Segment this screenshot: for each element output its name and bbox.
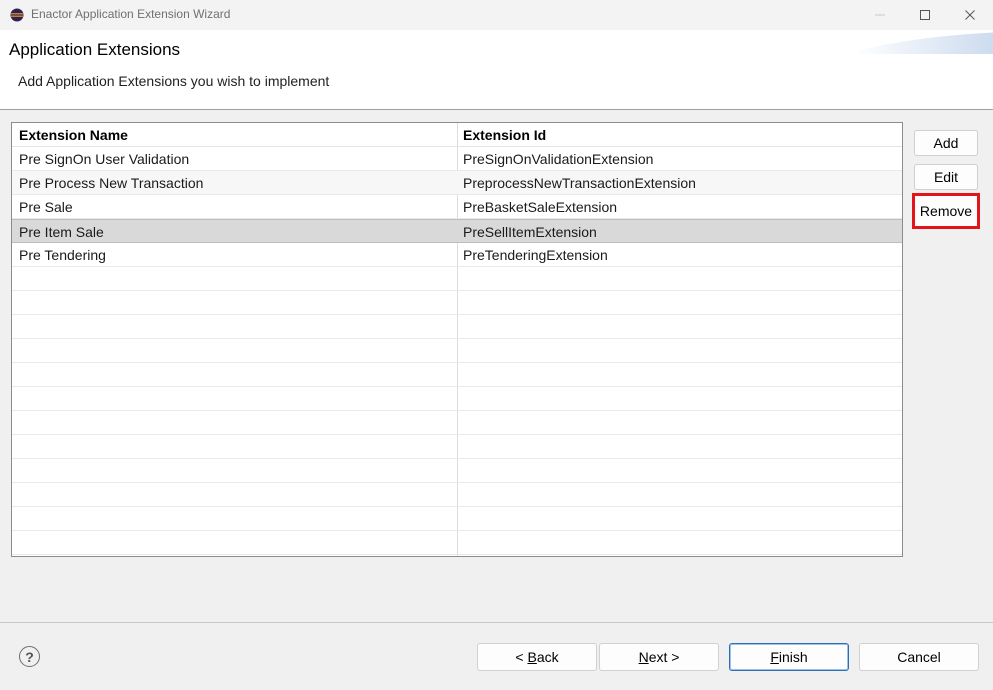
extensions-table[interactable]: Extension Name Extension Id Pre SignOn U… (11, 122, 903, 557)
edit-button[interactable]: Edit (914, 164, 978, 190)
table-header-row: Extension Name Extension Id (12, 123, 902, 147)
empty-row (12, 387, 902, 411)
help-icon[interactable]: ? (19, 646, 40, 667)
next-label: ext > (648, 649, 680, 665)
cancel-button[interactable]: Cancel (859, 643, 979, 671)
header-decoration (853, 32, 993, 54)
page-title: Application Extensions (9, 40, 181, 59)
add-button[interactable]: Add (914, 130, 978, 156)
back-button[interactable]: < Back (477, 643, 597, 671)
table-row[interactable]: Pre Process New Transaction PreprocessNe… (12, 171, 902, 195)
extension-id-cell: PreTenderingExtension (463, 247, 608, 263)
empty-row (12, 363, 902, 387)
close-button[interactable] (947, 0, 993, 30)
maximize-button[interactable] (902, 0, 948, 30)
table-row-selected[interactable]: Pre Item Sale PreSellItemExtension (12, 219, 902, 243)
extension-id-cell: PreSellItemExtension (463, 224, 597, 240)
maximize-icon (920, 10, 930, 20)
empty-row (12, 339, 902, 363)
title-bar[interactable]: Enactor Application Extension Wizard (0, 0, 993, 30)
next-mnemonic: N (638, 649, 649, 665)
extension-name-cell: Pre Process New Transaction (19, 175, 204, 191)
footer-separator (0, 622, 993, 623)
empty-row (12, 531, 902, 555)
wizard-header: Application Extensions Add Application E… (0, 30, 993, 110)
extension-name-cell: Pre SignOn User Validation (19, 151, 190, 167)
back-mnemonic: B (527, 649, 537, 665)
table-row[interactable]: Pre Sale PreBasketSaleExtension (12, 195, 902, 219)
empty-row (12, 507, 902, 531)
remove-button[interactable]: Remove (912, 193, 980, 229)
page-description: Add Application Extensions you wish to i… (18, 73, 330, 89)
finish-button[interactable]: Finish (729, 643, 849, 671)
empty-row (12, 435, 902, 459)
extension-id-cell: PreprocessNewTransactionExtension (463, 175, 696, 191)
close-icon (965, 10, 975, 20)
empty-row (12, 291, 902, 315)
window-title: Enactor Application Extension Wizard (31, 7, 231, 21)
table-row[interactable]: Pre Tendering PreTenderingExtension (12, 243, 902, 267)
table-row[interactable]: Pre SignOn User Validation PreSignOnVali… (12, 147, 902, 171)
empty-row (12, 315, 902, 339)
eclipse-icon (10, 8, 24, 22)
extension-name-cell: Pre Sale (19, 199, 73, 215)
back-prefix: < (515, 649, 528, 665)
minimize-button[interactable] (857, 0, 903, 30)
extension-id-cell: PreSignOnValidationExtension (463, 151, 654, 167)
minimize-icon (875, 14, 885, 16)
empty-row (12, 483, 902, 507)
empty-row (12, 411, 902, 435)
empty-row (12, 459, 902, 483)
empty-row (12, 267, 902, 291)
extension-name-cell: Pre Item Sale (19, 224, 104, 240)
finish-mnemonic: F (770, 649, 779, 665)
column-header-name[interactable]: Extension Name (19, 127, 128, 143)
column-header-id[interactable]: Extension Id (463, 127, 546, 143)
back-label: ack (536, 649, 559, 665)
extension-name-cell: Pre Tendering (19, 247, 106, 263)
finish-label: inish (778, 649, 808, 665)
next-button[interactable]: Next > (599, 643, 719, 671)
extension-id-cell: PreBasketSaleExtension (463, 199, 618, 215)
